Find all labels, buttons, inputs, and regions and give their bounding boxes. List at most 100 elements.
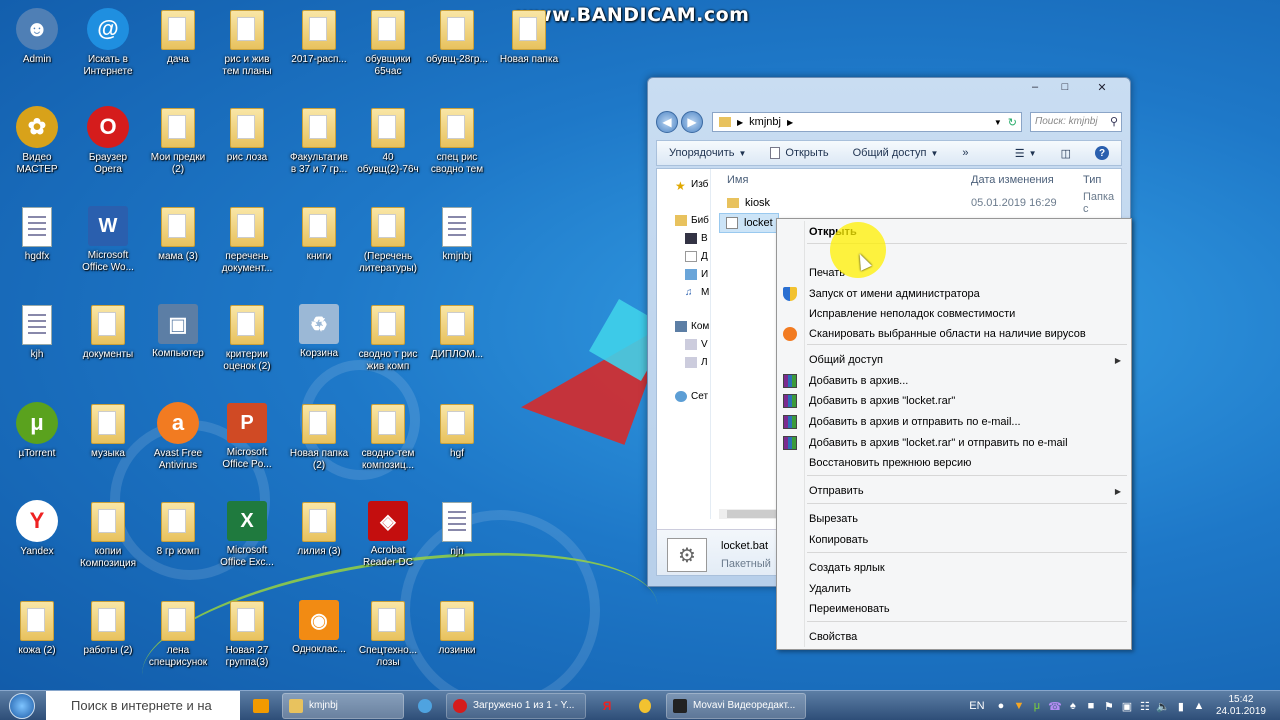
minimize-button[interactable]: – <box>1020 78 1050 96</box>
search-icon[interactable]: ⚲ <box>1110 115 1118 128</box>
desktop-icon[interactable]: a Avast Free Antivirus <box>141 400 215 472</box>
preview-pane-button[interactable]: ◫ <box>1049 147 1083 160</box>
desktop-icon[interactable]: njn <box>420 498 494 558</box>
desktop-icon[interactable]: (Перечень литературы) <box>351 203 425 275</box>
record-icon[interactable]: ● <box>992 691 1010 720</box>
desktop-icon[interactable]: ◉ Одноклас... <box>282 597 356 656</box>
desktop-icon[interactable]: лозинки <box>420 597 494 657</box>
menu-item[interactable]: Создать ярлык <box>777 558 1131 578</box>
desktop-icon[interactable]: спец рис сводно тем <box>420 104 494 176</box>
refresh-icon[interactable]: ↻ <box>1008 116 1017 129</box>
nav-item-computer[interactable]: Ком <box>675 321 711 332</box>
menu-item[interactable]: Вырезать <box>777 509 1131 529</box>
desktop-icon[interactable]: ✿ Видео МАСТЕР <box>0 104 74 176</box>
address-bar[interactable]: ▶ kmjnbj ▶ ▼ ↻ <box>712 112 1022 132</box>
desktop-icon[interactable]: 8 гр комп <box>141 498 215 558</box>
desktop-icon[interactable]: копии Композиция <box>71 498 145 570</box>
maximize-button[interactable]: □ <box>1050 78 1080 96</box>
menu-item[interactable]: Добавить в архив "locket.rar" <box>777 391 1131 411</box>
desktop-icon[interactable]: документы <box>71 301 145 361</box>
desktop-icon[interactable]: μ µTorrent <box>0 400 74 460</box>
nav-item-network[interactable]: Сет <box>675 391 711 402</box>
desktop-icon[interactable]: дача <box>141 6 215 66</box>
desktop-icon[interactable]: X Microsoft Office Exc... <box>210 498 284 569</box>
desktop-icon[interactable]: ▣ Компьютер <box>141 301 215 360</box>
menu-item[interactable]: Добавить в архив... <box>777 371 1131 391</box>
help-button[interactable]: ? <box>1083 146 1121 160</box>
desktop-icon[interactable]: Новая 27 группа(3) <box>210 597 284 669</box>
share-button[interactable]: Общий доступ ▼ <box>841 147 951 159</box>
menu-item[interactable]: Отправить ▶ <box>777 481 1131 501</box>
desktop-icon[interactable]: обувщики 65час <box>351 6 425 78</box>
desktop-icon[interactable]: hgf <box>420 400 494 460</box>
desktop-icon[interactable]: kjh <box>0 301 74 361</box>
volume-icon[interactable]: 🔈 <box>1154 691 1172 720</box>
menu-item[interactable]: Общий доступ ▶ <box>777 350 1131 370</box>
menu-item[interactable]: Удалить <box>777 579 1131 599</box>
desktop-icon[interactable]: 40 обувщ(2)-76ч <box>351 104 425 176</box>
view-options-button[interactable]: ☰ ▼ <box>1003 147 1049 160</box>
desktop-icon[interactable]: hgdfx <box>0 203 74 263</box>
desktop-icon[interactable]: Факультатив в 37 и 7 гр... <box>282 104 356 176</box>
desktop-icon[interactable]: сводно-тем композиц... <box>351 400 425 472</box>
flag-icon[interactable]: ⚑ <box>1100 691 1118 720</box>
menu-item[interactable]: Свойства <box>777 627 1131 647</box>
desktop-icon[interactable]: лилия (3) <box>282 498 356 558</box>
menu-item[interactable]: Копировать <box>777 530 1131 550</box>
menu-item[interactable]: Переименовать <box>777 599 1131 619</box>
forward-button[interactable]: ▶ <box>681 111 703 133</box>
more-button[interactable]: » <box>950 147 980 159</box>
desktop-icon[interactable]: работы (2) <box>71 597 145 657</box>
desktop-icon[interactable]: ♻ Корзина <box>282 301 356 360</box>
column-name[interactable]: Имя <box>727 174 748 186</box>
menu-item[interactable]: Печать <box>777 263 1131 283</box>
desktop-icon[interactable]: ◈ Acrobat Reader DC <box>351 498 425 569</box>
column-type[interactable]: Тип <box>1083 174 1101 186</box>
nav-item-libraries[interactable]: Биб <box>675 215 711 226</box>
desktop-icon[interactable]: ДИПЛОМ... <box>420 301 494 361</box>
nav-item-documents[interactable]: Д <box>685 251 721 262</box>
box-icon[interactable]: ■ <box>1082 691 1100 720</box>
dropdown-icon[interactable]: ▼ <box>994 118 1002 127</box>
taskbar-item-movavi[interactable]: Movavi Видеоредакт... <box>666 692 806 719</box>
desktop-icon[interactable]: сводно т рис жив комп <box>351 301 425 373</box>
desktop-icon[interactable]: лена спецрисунок <box>141 597 215 669</box>
organize-button[interactable]: Упорядочить ▼ <box>657 147 758 159</box>
taskbar-item-browser[interactable]: Загружено 1 из 1 - Y... <box>446 692 586 719</box>
media-player-icon[interactable] <box>244 693 278 719</box>
desktop-icon[interactable]: W Microsoft Office Wo... <box>71 203 145 274</box>
nav-item-music[interactable]: ♫ М <box>685 287 721 298</box>
desktop-icon[interactable]: 2017-расп... <box>282 6 356 66</box>
filezilla-icon[interactable]: ▼ <box>1010 691 1028 720</box>
nav-item-drive-v[interactable]: V <box>685 339 721 350</box>
desktop-icon[interactable]: ☻ Admin <box>0 6 74 66</box>
nav-item-pictures[interactable]: И <box>685 269 721 280</box>
file-row-selected[interactable]: locket <box>719 213 779 233</box>
desktop-icon[interactable]: kmjnbj <box>420 203 494 263</box>
network-tray-icon[interactable]: ☷ <box>1136 691 1154 720</box>
menu-item[interactable]: Восстановить прежнюю версию <box>777 453 1131 473</box>
viber-icon[interactable]: ☎ <box>1046 691 1064 720</box>
menu-item[interactable]: Добавить в архив "locket.rar" и отправит… <box>777 433 1131 453</box>
menu-item[interactable]: Запуск от имени администратора <box>777 284 1131 304</box>
desktop-icon[interactable]: музыка <box>71 400 145 460</box>
desktop-icon[interactable]: Новая папка <box>492 6 566 66</box>
menu-item[interactable]: Открыть <box>777 222 1131 242</box>
breadcrumb[interactable]: kmjnbj <box>749 116 781 128</box>
start-button[interactable] <box>0 691 44 720</box>
desktop-icon[interactable]: Новая папка (2) <box>282 400 356 472</box>
search-input[interactable]: Поиск: kmjnbj ⚲ <box>1030 112 1122 132</box>
nav-item-drive-l[interactable]: Л <box>685 357 721 368</box>
utorrent-tray-icon[interactable]: μ <box>1028 691 1046 720</box>
desktop-icon[interactable]: рис и жив тем планы <box>210 6 284 78</box>
taskbar-item-explorer[interactable]: kmjnbj <box>282 692 404 719</box>
desktop-icon[interactable]: критерии оценок (2) <box>210 301 284 373</box>
desktop-icon[interactable]: рис лоза <box>210 104 284 164</box>
desktop-icon[interactable]: P Microsoft Office Po... <box>210 400 284 471</box>
nav-item-video[interactable]: В <box>685 233 721 244</box>
menu-item[interactable]: Добавить в архив и отправить по e-mail..… <box>777 412 1131 432</box>
app-icon[interactable] <box>628 693 662 719</box>
desktop-icon[interactable]: Y Yandex <box>0 498 74 558</box>
battery-icon[interactable]: ▮ <box>1172 691 1190 720</box>
desktop-icon[interactable]: кожа (2) <box>0 597 74 657</box>
